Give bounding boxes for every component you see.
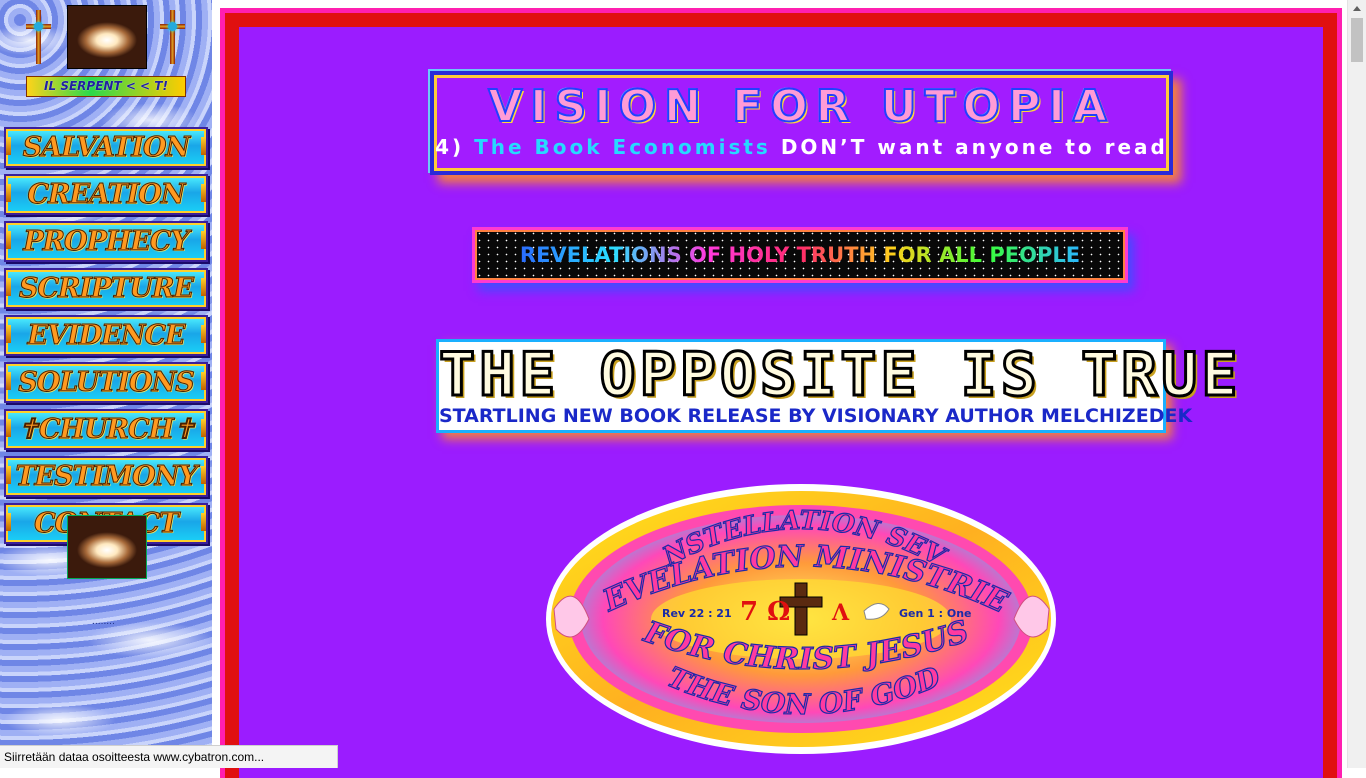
vision-title: VISION FOR UTOPIA: [487, 80, 1115, 133]
purple-content-panel: VISION FOR UTOPIA 4) The Book Economists…: [239, 27, 1323, 778]
scrollbar-thumb[interactable]: [1351, 18, 1363, 62]
browser-status-bar: Siirretään dataa osoitteesta www.cybatro…: [0, 745, 338, 768]
nav-creation-button[interactable]: CREATION: [4, 174, 208, 215]
revelations-banner[interactable]: REVELATIONS OF HOLY TRUTH FOR ALL PEOPLE: [472, 227, 1128, 283]
cross-icon: [160, 10, 185, 64]
vision-subtitle: 4) The Book Economists DON’T want anyone…: [434, 135, 1169, 159]
emblem-right-ref: Gen 1 : One: [899, 607, 972, 620]
nav-church-button[interactable]: ✝CHURCH✝: [4, 409, 208, 450]
main-content-area: VISION FOR UTOPIA 4) The Book Economists…: [212, 0, 1345, 778]
revelations-text: REVELATIONS OF HOLY TRUTH FOR ALL PEOPLE: [519, 243, 1081, 267]
glowing-book-image[interactable]: [67, 5, 147, 69]
nav-evidence-button[interactable]: EVIDENCE: [4, 315, 208, 356]
nav-prophecy-button[interactable]: PROPHECY: [4, 221, 208, 262]
glowing-book-image[interactable]: [67, 515, 147, 579]
vertical-scrollbar[interactable]: [1347, 0, 1366, 768]
sidebar-dots: ........: [92, 617, 115, 627]
vision-for-utopia-banner[interactable]: VISION FOR UTOPIA 4) The Book Economists…: [430, 71, 1173, 175]
cross-icon: [794, 582, 808, 636]
cross-icon: [26, 10, 51, 64]
opposite-is-true-banner[interactable]: THE OPPOSITE IS TRUE STARTLING NEW BOOK …: [436, 339, 1242, 433]
serpent-banner-link[interactable]: IL SERPENT < < T!: [26, 76, 186, 97]
nav-testimony-button[interactable]: TESTIMONY: [4, 456, 208, 497]
scroll-up-arrow-icon[interactable]: [1348, 0, 1366, 17]
emblem-left-ref: Rev 22 : 21: [662, 607, 732, 620]
vision-sub-rest: DON’T want anyone to read: [780, 135, 1168, 159]
opposite-subtitle: STARTLING NEW BOOK RELEASE BY VISIONARY …: [439, 405, 1193, 427]
opposite-title: THE OPPOSITE IS TRUE: [438, 340, 1242, 410]
vision-sub-highlight: The Book Economists: [474, 135, 771, 159]
red-frame: VISION FOR UTOPIA 4) The Book Economists…: [225, 13, 1337, 778]
emblem-lambda: Λ: [831, 600, 850, 626]
pink-frame: VISION FOR UTOPIA 4) The Book Economists…: [220, 8, 1342, 778]
nav-salvation-button[interactable]: SALVATION: [4, 127, 208, 168]
vision-sub-number: 4): [435, 135, 465, 159]
sidebar: IL SERPENT < < T! SALVATION CREATION PRO…: [0, 0, 212, 768]
emblem-symbols: 7 Ω: [740, 597, 790, 627]
constellation-seven-emblem[interactable]: CONSTELLATION SEVEN REVELATION MINISTRIE…: [530, 451, 1059, 759]
nav-scripture-button[interactable]: SCRIPTURE: [4, 268, 208, 309]
main-navigation: SALVATION CREATION PROPHECY SCRIPTURE EV…: [4, 127, 208, 550]
nav-solutions-button[interactable]: SOLUTIONS: [4, 362, 208, 403]
